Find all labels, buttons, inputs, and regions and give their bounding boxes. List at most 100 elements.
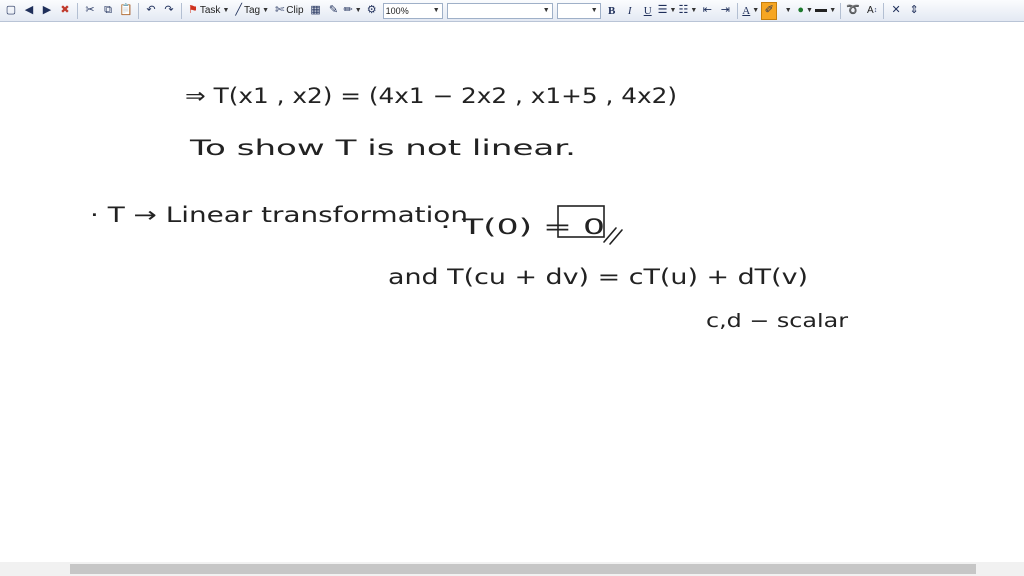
insert-space-icon: ⇕ (909, 4, 919, 16)
delete-button[interactable]: ✖ (57, 2, 73, 20)
table-icon: ▦ (310, 4, 321, 16)
chevron-down-icon: ▼ (752, 7, 760, 14)
chevron-down-icon: ▼ (432, 7, 440, 14)
bullets-button[interactable]: ☰ ▼ (658, 2, 677, 20)
tag-icon: ╱ (235, 4, 242, 16)
numbered-list-icon: ☷ (678, 4, 689, 16)
pencil-button[interactable]: ✏ ▼ (344, 2, 362, 20)
separator (840, 2, 842, 19)
arrow-left-icon: ◀ (24, 4, 34, 16)
line-width-icon (815, 9, 828, 12)
line-width-button[interactable]: ▼ (815, 2, 836, 20)
insert-space-button[interactable]: ⇕ (906, 2, 922, 20)
separator (737, 2, 739, 19)
chevron-down-icon: ▼ (806, 7, 813, 14)
ink-line-4: · T(0) = 0 (440, 215, 605, 239)
flag-icon: ⚑ (188, 4, 198, 16)
separator (181, 2, 182, 19)
clip-button[interactable]: ✄ Clip (273, 2, 305, 20)
font-color-button[interactable]: A ▼ (742, 2, 759, 20)
numbering-button[interactable]: ☷ ▼ (678, 2, 697, 20)
bold-label: B (608, 4, 616, 17)
clip-icon: ✄ (275, 4, 285, 16)
highlighter-icon: ✐ (764, 4, 774, 16)
ink-line-5: and T(cu + dv) = cT(u) + dT(v) (388, 265, 808, 289)
italic-label: I (627, 4, 632, 17)
tag-button[interactable]: ╱ Tag ▼ (233, 2, 271, 20)
zoom-select[interactable]: 100% ▼ (382, 2, 443, 19)
pen-tools-icon: ✎ (328, 4, 339, 16)
paste-button[interactable]: 📋 (118, 2, 134, 20)
highlighter-button[interactable]: ✐ (761, 1, 778, 20)
cut-button[interactable]: ✂ (82, 2, 98, 20)
font-name-select[interactable]: ▼ (446, 2, 553, 19)
undo-icon: ↶ (146, 4, 156, 16)
scrollbar-thumb[interactable] (70, 564, 976, 574)
font-color-label: A (742, 4, 751, 17)
chevron-down-icon: ▼ (669, 7, 677, 14)
pen-color-button[interactable]: ● ▼ (797, 2, 813, 20)
delete-icon: ✖ (60, 4, 70, 16)
separator (138, 2, 139, 19)
horizontal-scrollbar[interactable] (0, 562, 1024, 576)
handwriting-ink: ⇒ T(x1 , x2) = (4x1 − 2x2 , x1+5 , 4x2) … (90, 84, 848, 332)
outdent-icon: ⇤ (702, 4, 712, 16)
back-button[interactable]: ◀ (21, 2, 37, 20)
italic-button[interactable]: I (622, 2, 638, 20)
bold-button[interactable]: B (604, 2, 620, 20)
separator (77, 2, 78, 19)
clip-label: Clip (286, 5, 304, 16)
undo-button[interactable]: ↶ (143, 2, 159, 20)
lasso-icon: ➰ (846, 4, 860, 16)
new-page-button[interactable]: ▢ (3, 2, 19, 20)
scissors-icon: ✂ (85, 4, 95, 16)
superscript-label: A (867, 5, 874, 16)
chevron-down-icon: ▼ (262, 7, 270, 14)
close-button[interactable]: ✕ (888, 2, 904, 20)
copy-button[interactable]: ⧉ (100, 2, 116, 20)
forward-button[interactable]: ▶ (39, 2, 55, 20)
tag-label: Tag (244, 5, 261, 16)
paste-icon: 📋 (119, 4, 133, 16)
page-icon: ▢ (5, 4, 17, 16)
chevron-down-icon: ▼ (222, 7, 230, 14)
ink-line-6: c,d − scalar (706, 310, 848, 332)
ink-line-2: To show T is not linear. (188, 136, 576, 160)
superscript-mark: ↕ (873, 7, 878, 14)
font-size-select[interactable]: ▼ (556, 2, 601, 19)
gear-button[interactable]: ⚙ (364, 2, 380, 20)
superscript-button[interactable]: A ↕ (863, 2, 879, 20)
indent-icon: ⇥ (720, 4, 730, 16)
task-label: Task (199, 5, 221, 16)
task-button[interactable]: ⚑ Task ▼ (186, 2, 231, 20)
chevron-down-icon: ▼ (784, 7, 792, 14)
pen-tool-button[interactable]: ✎ (326, 2, 342, 20)
separator (883, 2, 885, 19)
outdent-button[interactable]: ⇤ (699, 2, 715, 20)
underline-label: U (643, 4, 652, 17)
table-button[interactable]: ▦ (308, 2, 324, 20)
notebook-page[interactable]: ⇒ T(x1 , x2) = (4x1 − 2x2 , x1+5 , 4x2) … (0, 22, 1024, 562)
chevron-down-icon: ▼ (829, 7, 837, 14)
gear-icon: ⚙ (366, 4, 377, 16)
redo-button[interactable]: ↷ (161, 2, 177, 20)
pencil-icon: ✏ (343, 4, 353, 16)
underline-button[interactable]: U (640, 2, 656, 20)
chevron-down-icon: ▼ (590, 7, 598, 14)
indent-button[interactable]: ⇥ (717, 2, 733, 20)
ink-line-3: · T → Linear transformation (90, 203, 468, 227)
chevron-down-icon: ▼ (354, 7, 362, 14)
color-drop-icon: ● (797, 4, 805, 16)
ink-line-1: ⇒ T(x1 , x2) = (4x1 − 2x2 , x1+5 , 4x2) (185, 84, 677, 108)
copy-icon: ⧉ (104, 4, 112, 16)
highlighter-dropdown[interactable]: ▼ (779, 2, 795, 20)
notebook-toolbar: ▢ ◀ ▶ ✖ ✂ ⧉ 📋 ↶ ↷ ⚑ Task ▼ ╱ Tag ▼ ✄ Cli… (0, 0, 1024, 22)
double-slash-mark (603, 227, 623, 245)
chevron-down-icon: ▼ (542, 7, 550, 14)
redo-icon: ↷ (164, 4, 174, 16)
arrow-right-icon: ▶ (42, 4, 52, 16)
zoom-value: 100% (385, 5, 409, 16)
chevron-down-icon: ▼ (690, 7, 698, 14)
lasso-button[interactable]: ➰ (845, 2, 861, 20)
close-icon: ✕ (891, 4, 901, 16)
